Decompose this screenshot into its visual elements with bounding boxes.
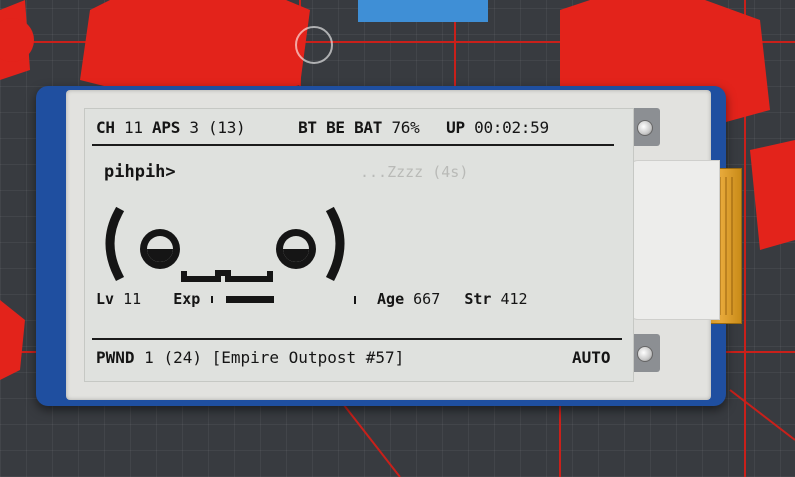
exp-progress-bar [226, 296, 275, 303]
uptime-label: UP [446, 118, 465, 137]
bottom-divider [92, 338, 622, 340]
battery-value: 76% [391, 118, 420, 137]
age-value: 667 [413, 290, 441, 308]
top-status-bar: CH 11 APS 3 (13) BT BE BAT 76% UP 00:02:… [96, 118, 549, 137]
bt-label: BT [298, 118, 317, 137]
bt-value: BE [326, 118, 345, 137]
level-exp-row: Lv 11 Exp [96, 290, 275, 308]
strength-value: 412 [500, 290, 528, 308]
top-divider [92, 144, 614, 146]
battery-label: BAT [354, 118, 383, 137]
age-strength-row: Age 667 Str 412 [354, 290, 528, 308]
agent-name: pihpih> [104, 162, 176, 182]
screw-icon [637, 120, 653, 136]
aps-label: APS [152, 118, 181, 137]
last-network: [Empire Outpost #57] [211, 348, 405, 367]
pwnd-label: PWND [96, 348, 135, 367]
exp-bar-start [211, 296, 214, 303]
exp-label: Exp [173, 290, 201, 308]
level-value: 11 [123, 290, 142, 308]
status-message: ...Zzzz (4s) [360, 163, 469, 181]
display-tab [628, 160, 720, 320]
strength-label: Str [464, 290, 492, 308]
channel-value: 11 [124, 118, 143, 137]
level-label: Lv [96, 290, 115, 308]
sleepy-face-icon [105, 206, 345, 282]
separator-tick [354, 295, 356, 304]
aps-value: 3 (13) [189, 118, 246, 137]
uptime-value: 00:02:59 [474, 118, 549, 137]
pwnd-value: 1 (24) [144, 348, 202, 367]
age-label: Age [377, 290, 405, 308]
screw-icon [637, 346, 653, 362]
bottom-status-bar: PWND 1 (24) [Empire Outpost #57] [96, 348, 404, 367]
channel-label: CH [96, 118, 115, 137]
mode-indicator: AUTO [572, 348, 611, 367]
